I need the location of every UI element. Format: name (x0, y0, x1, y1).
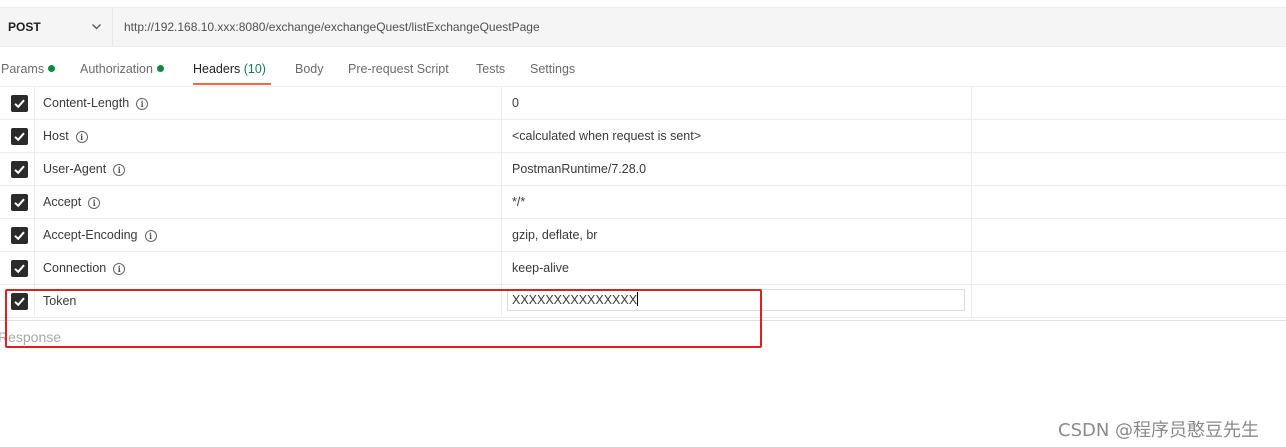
header-key-text: Host (43, 129, 69, 143)
method-select[interactable]: POST (0, 8, 113, 46)
checkmark-icon (14, 132, 25, 142)
info-icon[interactable]: i (113, 164, 126, 176)
headers-count: (10) (243, 62, 266, 76)
header-key-text: User-Agent (43, 162, 107, 176)
request-bar: POST http://192.168.10.xxx:8080/exchange… (0, 7, 1286, 47)
tab-authorization[interactable]: Authorization (80, 62, 164, 76)
header-value[interactable]: PostmanRuntime/7.28.0 (512, 162, 646, 176)
checkbox-cell (0, 219, 35, 251)
watermark: CSDN @程序员憨豆先生 (1058, 420, 1260, 441)
table-row: Host i <calculated when request is sent> (0, 120, 1286, 153)
header-value[interactable]: */* (512, 195, 525, 209)
status-dot-icon (48, 65, 56, 72)
checkmark-icon (14, 264, 25, 274)
header-checkbox[interactable] (11, 260, 28, 277)
tab-params[interactable]: Params (1, 62, 56, 76)
table-row: User-Agent i PostmanRuntime/7.28.0 (0, 153, 1286, 186)
header-key: Accept i (43, 195, 101, 209)
value-cell: */* (501, 186, 972, 218)
header-key: Connection i (43, 261, 126, 275)
checkbox-cell (0, 120, 35, 152)
header-key-text: Accept-Encoding (43, 228, 138, 242)
header-key: Host i (43, 129, 88, 143)
tab-pre-request-script[interactable]: Pre-request Script (348, 62, 449, 76)
annotation-highlight-box (5, 289, 762, 348)
tab-label: Settings (530, 62, 576, 76)
header-key: Accept-Encoding i (43, 228, 157, 242)
info-icon[interactable]: i (113, 263, 126, 275)
tab-label: Params (1, 62, 45, 76)
table-row: Content-Length i 0 (0, 87, 1286, 120)
header-key: User-Agent i (43, 162, 126, 176)
value-cell: gzip, deflate, br (501, 219, 972, 251)
tab-label: Headers (193, 62, 241, 76)
info-icon[interactable]: i (136, 98, 149, 110)
tab-label: Pre-request Script (348, 62, 449, 76)
checkmark-icon (14, 99, 25, 109)
active-tab-indicator (193, 83, 271, 85)
header-key-text: Connection (43, 261, 107, 275)
header-checkbox[interactable] (11, 161, 28, 178)
request-tabs: Params Authorization Headers (10) Body P… (0, 52, 1286, 87)
checkmark-icon (14, 198, 25, 208)
tab-tests[interactable]: Tests (476, 62, 505, 76)
info-icon[interactable]: i (88, 197, 101, 209)
table-row: Connection i keep-alive (0, 252, 1286, 285)
url-input[interactable]: http://192.168.10.xxx:8080/exchange/exch… (124, 20, 540, 34)
checkbox-cell (0, 153, 35, 185)
header-key-text: Accept (43, 195, 82, 209)
value-cell: <calculated when request is sent> (501, 120, 972, 152)
value-cell: PostmanRuntime/7.28.0 (501, 153, 972, 185)
header-value[interactable]: gzip, deflate, br (512, 228, 597, 242)
chevron-down-icon (92, 24, 101, 30)
checkbox-cell (0, 186, 35, 218)
table-row: Accept-Encoding i gzip, deflate, br (0, 219, 1286, 252)
header-checkbox[interactable] (11, 194, 28, 211)
header-value[interactable]: 0 (512, 96, 519, 110)
header-value[interactable]: <calculated when request is sent> (512, 129, 701, 143)
checkbox-cell (0, 252, 35, 284)
checkbox-cell (0, 87, 35, 119)
tab-label: Authorization (80, 62, 153, 76)
checkmark-icon (14, 165, 25, 175)
status-dot-icon (156, 65, 164, 72)
info-icon[interactable]: i (75, 131, 88, 143)
method-label: POST (8, 20, 41, 34)
tab-body[interactable]: Body (295, 62, 324, 76)
checkmark-icon (14, 231, 25, 241)
header-key: Content-Length i (43, 96, 149, 110)
header-checkbox[interactable] (11, 227, 28, 244)
tab-label: Body (295, 62, 324, 76)
info-icon[interactable]: i (144, 230, 157, 242)
table-row: Accept i */* (0, 186, 1286, 219)
header-value[interactable]: keep-alive (512, 261, 569, 275)
header-key-text: Content-Length (43, 96, 130, 110)
tab-headers[interactable]: Headers (10) (193, 62, 266, 76)
tab-settings[interactable]: Settings (530, 62, 575, 76)
value-cell: 0 (501, 87, 972, 119)
tab-label: Tests (476, 62, 506, 76)
value-cell: keep-alive (501, 252, 972, 284)
header-checkbox[interactable] (11, 95, 28, 112)
header-checkbox[interactable] (11, 128, 28, 145)
